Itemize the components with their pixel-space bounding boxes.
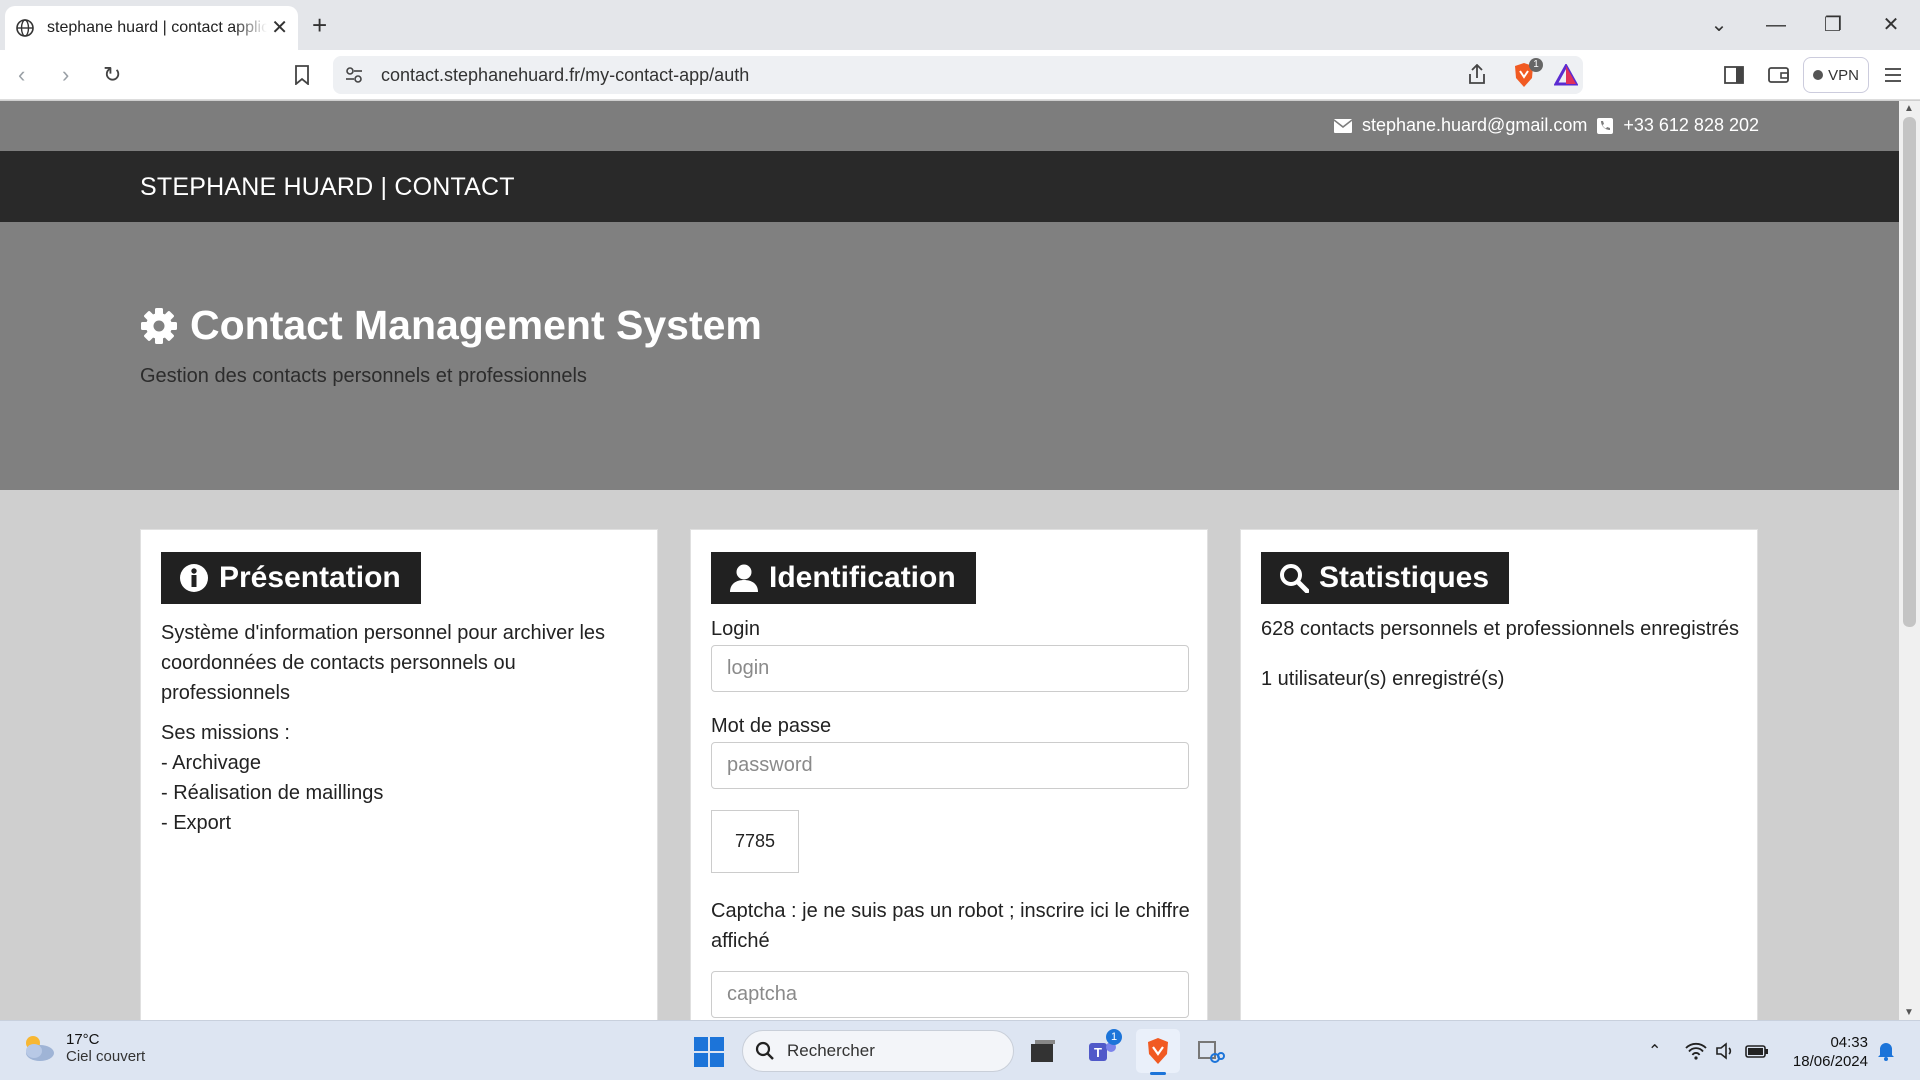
vpn-label: VPN — [1828, 66, 1859, 84]
restore-button[interactable]: ❐ — [1813, 10, 1853, 40]
search-icon — [755, 1041, 774, 1060]
phone-icon — [1597, 117, 1614, 134]
address-bar[interactable]: contact.stephanehuard.fr/my-contact-app/… — [333, 56, 1583, 94]
web-page: stephane.huard@gmail.com +33 612 828 202… — [0, 101, 1899, 1020]
login-input[interactable] — [711, 645, 1189, 692]
navbar: STEPHANE HUARD | CONTACT — [0, 151, 1899, 222]
scrollbar-thumb[interactable] — [1903, 117, 1916, 627]
cloudy-weather-icon — [26, 1036, 54, 1061]
globe-icon — [16, 19, 34, 37]
windows-start-icon[interactable] — [694, 1037, 724, 1067]
mission-item: - Réalisation de maillings — [161, 782, 384, 804]
weather-temperature: 17°C — [66, 1031, 100, 1048]
tab-bar: stephane huard | contact applic ✕ + ⌄ — … — [0, 0, 1920, 50]
notification-bell-icon[interactable] — [1877, 1041, 1895, 1061]
menu-icon[interactable] — [1884, 62, 1902, 88]
site-settings-icon[interactable] — [345, 66, 363, 84]
vpn-button[interactable]: VPN — [1803, 57, 1869, 93]
mission-item: - Archivage — [161, 752, 262, 774]
info-icon — [180, 564, 208, 592]
contact-phone[interactable]: +33 612 828 202 — [1623, 115, 1759, 136]
weather-widget[interactable]: 17°C Ciel couvert — [20, 1031, 145, 1065]
gear-icon — [141, 307, 177, 344]
tab-title: stephane huard | contact applic — [47, 19, 267, 36]
scroll-up-icon[interactable]: ▲ — [1904, 103, 1914, 114]
statistiques-title: Statistiques — [1261, 552, 1510, 604]
envelope-icon — [1333, 118, 1352, 133]
search-placeholder: Rechercher — [787, 1041, 875, 1060]
show-hidden-icons-chevron-icon[interactable]: ⌃ — [1648, 1041, 1661, 1061]
shields-badge: 1 — [1529, 58, 1543, 72]
presentation-text: Système d'information personnel pour arc… — [161, 622, 606, 704]
tray-icons: ⌃ — [1648, 1021, 1769, 1080]
new-tab-button[interactable]: + — [312, 10, 327, 40]
identification-title-text: Identification — [769, 561, 956, 594]
contact-topbar: stephane.huard@gmail.com +33 612 828 202 — [0, 101, 1899, 151]
page-scrollbar[interactable]: ▲ ▼ — [1899, 101, 1920, 1020]
minimize-button[interactable]: — — [1756, 10, 1796, 40]
presentation-card: Présentation Système d'information perso… — [140, 529, 658, 1020]
taskbar-search[interactable]: Rechercher — [742, 1030, 1014, 1072]
share-icon[interactable] — [1466, 62, 1488, 88]
user-icon — [730, 564, 758, 592]
page-title: Contact Management System — [140, 302, 762, 349]
hero-banner: Contact Management System Gestion des co… — [0, 222, 1899, 490]
brave-taskbar-icon[interactable] — [1136, 1029, 1180, 1075]
back-button[interactable]: ‹ — [18, 62, 25, 88]
wallet-icon[interactable] — [1768, 62, 1790, 88]
forward-button[interactable]: › — [62, 62, 69, 88]
statistiques-card: Statistiques 628 contacts personnels et … — [1240, 529, 1758, 1020]
page-title-text: Contact Management System — [190, 302, 762, 348]
captcha-input[interactable] — [711, 971, 1189, 1018]
task-view-icon[interactable] — [1025, 1033, 1061, 1069]
url-text: contact.stephanehuard.fr/my-contact-app/… — [381, 64, 750, 85]
page-subtitle: Gestion des contacts personnels et profe… — [140, 365, 587, 387]
statistiques-title-text: Statistiques — [1319, 561, 1490, 594]
battery-icon[interactable] — [1745, 1043, 1769, 1059]
vpn-status-icon — [1813, 70, 1824, 80]
reload-button[interactable]: ↻ — [103, 62, 121, 88]
presentation-title-text: Présentation — [219, 561, 401, 594]
system-clock[interactable]: 04:33 18/06/2024 — [1788, 1033, 1868, 1071]
search-icon — [1280, 564, 1309, 593]
contacts-count: 628 contacts personnels et professionnel… — [1261, 618, 1740, 640]
identification-card: Identification Login Mot de passe 7785 C… — [690, 529, 1208, 1020]
contact-email[interactable]: stephane.huard@gmail.com — [1362, 115, 1587, 136]
bookmark-icon[interactable] — [294, 62, 310, 88]
close-tab-icon[interactable]: ✕ — [271, 18, 288, 38]
teams-badge: 1 — [1106, 1029, 1122, 1045]
brave-rewards-icon[interactable] — [1554, 62, 1578, 88]
mission-item: - Export — [161, 812, 232, 834]
active-app-indicator — [1150, 1072, 1166, 1075]
scroll-down-icon[interactable]: ▼ — [1904, 1007, 1914, 1018]
svg-text:T: T — [1094, 1045, 1102, 1060]
volume-icon[interactable] — [1715, 1042, 1737, 1060]
browser-toolbar: ‹ › ↻ contact.stephanehuard.fr/my-contac… — [0, 50, 1920, 100]
clock-time: 04:33 — [1830, 1034, 1868, 1051]
windows-taskbar: 17°C Ciel couvert Rechercher T 1 ⌃ 04:33… — [0, 1020, 1920, 1080]
teams-icon[interactable]: T 1 — [1084, 1029, 1122, 1069]
site-brand[interactable]: STEPHANE HUARD | CONTACT — [140, 173, 515, 202]
presentation-title: Présentation — [161, 552, 421, 604]
password-input[interactable] — [711, 742, 1189, 789]
captcha-label: Captcha : je ne suis pas un robot ; insc… — [711, 900, 1190, 952]
brave-shields-icon[interactable]: 1 — [1512, 58, 1543, 88]
captcha-code: 7785 — [711, 810, 799, 873]
missions-list: Ses missions : - Archivage - Réalisation… — [161, 718, 383, 838]
active-tab[interactable]: stephane huard | contact applic ✕ — [5, 6, 298, 50]
sidebar-icon[interactable] — [1724, 62, 1744, 88]
wifi-icon[interactable] — [1685, 1042, 1708, 1060]
tab-search-chevron-icon[interactable]: ⌄ — [1699, 10, 1739, 40]
snipping-tool-icon[interactable] — [1192, 1033, 1228, 1069]
users-count: 1 utilisateur(s) enregistré(s) — [1261, 668, 1505, 690]
password-label: Mot de passe — [711, 715, 832, 737]
close-window-button[interactable]: ✕ — [1871, 10, 1911, 40]
weather-condition: Ciel couvert — [66, 1048, 146, 1065]
identification-title: Identification — [711, 552, 976, 604]
login-label: Login — [711, 618, 760, 640]
missions-heading: Ses missions : — [161, 722, 290, 744]
clock-date: 18/06/2024 — [1792, 1053, 1868, 1070]
